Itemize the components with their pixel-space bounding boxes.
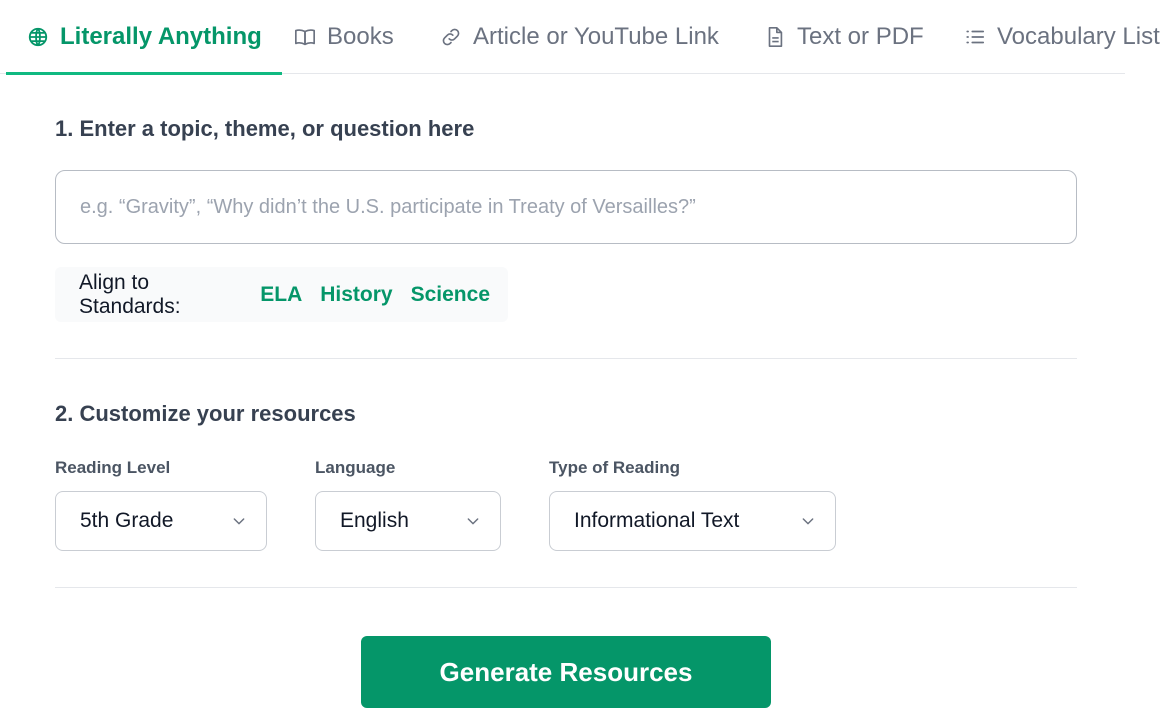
document-icon: [763, 25, 787, 49]
tab-label: Article or YouTube Link: [473, 23, 719, 50]
chevron-down-icon: [799, 512, 817, 530]
chevron-down-icon: [230, 512, 248, 530]
standards-label: Align to Standards:: [79, 270, 181, 318]
tab-vocabulary-list[interactable]: Vocabulary List: [963, 0, 1160, 74]
tab-label: Literally Anything: [60, 23, 262, 50]
list-icon: [963, 25, 987, 49]
language-value: English: [340, 509, 409, 532]
reading-type-value: Informational Text: [574, 509, 740, 532]
tab-label: Books: [327, 23, 394, 50]
tab-literally-anything[interactable]: Literally Anything: [6, 0, 282, 75]
globe-icon: [26, 25, 50, 49]
standard-history-link[interactable]: History: [320, 283, 392, 307]
resource-generator-page: Literally Anything Books Article or YouT…: [0, 0, 1161, 716]
standard-science-link[interactable]: Science: [411, 283, 490, 307]
standard-ela-link[interactable]: ELA: [260, 283, 302, 307]
align-standards-bar: Align to Standards: ELA History Science: [55, 267, 508, 322]
reading-level-value: 5th Grade: [80, 509, 174, 532]
topic-input[interactable]: [55, 170, 1077, 244]
section-divider: [55, 587, 1077, 588]
section-divider: [55, 358, 1077, 359]
source-tabs: Literally Anything Books Article or YouT…: [0, 0, 1160, 75]
reading-level-label: Reading Level: [55, 458, 171, 477]
tab-label: Text or PDF: [797, 23, 924, 50]
tab-books[interactable]: Books: [293, 0, 394, 74]
tab-article-youtube-link[interactable]: Article or YouTube Link: [439, 0, 719, 74]
tab-label: Vocabulary List: [997, 23, 1160, 50]
tab-text-or-pdf[interactable]: Text or PDF: [763, 0, 924, 74]
reading-level-select[interactable]: 5th Grade: [55, 491, 267, 551]
book-open-icon: [293, 25, 317, 49]
chevron-down-icon: [464, 512, 482, 530]
generate-resources-button[interactable]: Generate Resources: [361, 636, 771, 708]
reading-type-label: Type of Reading: [549, 458, 680, 477]
language-select[interactable]: English: [315, 491, 501, 551]
step2-heading: 2. Customize your resources: [55, 401, 356, 426]
step1-heading: 1. Enter a topic, theme, or question her…: [55, 116, 475, 141]
language-label: Language: [315, 458, 396, 477]
reading-type-select[interactable]: Informational Text: [549, 491, 836, 551]
link-icon: [439, 25, 463, 49]
